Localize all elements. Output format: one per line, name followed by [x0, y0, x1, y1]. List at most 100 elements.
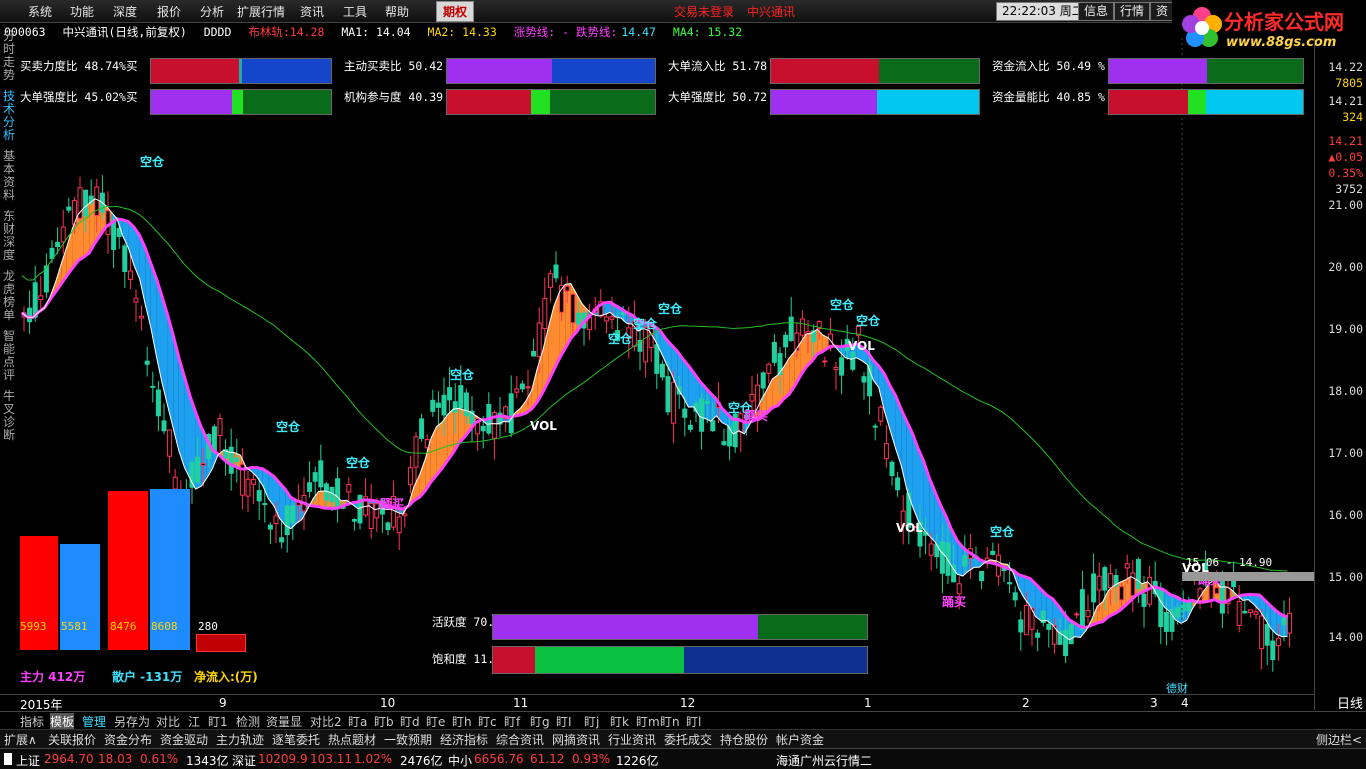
info-button[interactable]: 信息: [1078, 2, 1114, 21]
menu-analysis[interactable]: 分析: [200, 3, 224, 20]
tab-16[interactable]: 盯f: [504, 713, 520, 730]
tab-5[interactable]: 江: [188, 713, 200, 730]
tab-19[interactable]: 盯j: [584, 713, 599, 730]
func-tab-13[interactable]: 持仓股份: [720, 731, 768, 748]
axis-change: ▲0.05: [1328, 150, 1363, 164]
candle: [873, 426, 877, 427]
more-button[interactable]: 资: [1150, 2, 1174, 21]
tab-technical[interactable]: 技术分析: [2, 90, 16, 142]
tab-0[interactable]: 指标: [20, 713, 44, 730]
func-tab-9[interactable]: 综合资讯: [496, 731, 544, 748]
broker-server[interactable]: 海通广州云行情二: [776, 752, 872, 769]
tab-12[interactable]: 盯d: [400, 713, 420, 730]
tick-17: 17.00: [1328, 446, 1363, 460]
func-tab-14[interactable]: 帐户资金: [776, 731, 824, 748]
menu-function[interactable]: 功能: [70, 3, 94, 20]
tab-21[interactable]: 盯m: [636, 713, 660, 730]
candle: [123, 246, 127, 272]
candle: [481, 426, 485, 430]
tab-comments[interactable]: 智能点评: [2, 330, 16, 382]
tab-22[interactable]: 盯n: [660, 713, 680, 730]
tab-13[interactable]: 盯e: [426, 713, 445, 730]
indicator-info-line: 000063 中兴通讯(日线,前复权) DDDD 布林轨:14.28 MA1: …: [4, 24, 752, 38]
price-axis: 14.22 7805 14.21 324 14.21 ▲0.05 0.35% 3…: [1314, 38, 1366, 710]
menu-depth[interactable]: 深度: [113, 3, 137, 20]
kline-chart[interactable]: 空仓空仓空仓空仓空仓空仓空仓空仓空仓空仓空仓VOLVOLVOLVOL踊买踊买踊买…: [18, 38, 1314, 696]
candle: [1276, 638, 1280, 645]
flow-value-3: 8476: [110, 620, 137, 633]
ind-bar-2-seg-0: [447, 59, 552, 83]
func-tab-8[interactable]: 经济指标: [440, 731, 488, 748]
candle: [554, 265, 558, 278]
candle: [140, 316, 144, 318]
ind-label-8: 资金量能比 40.85 %: [992, 89, 1105, 105]
tab-4[interactable]: 对比: [156, 713, 180, 730]
candle: [280, 538, 284, 542]
func-tab-10[interactable]: 网摘资讯: [552, 731, 600, 748]
tab-1[interactable]: 模板: [50, 713, 74, 730]
candle: [604, 317, 608, 321]
tab-14[interactable]: 盯h: [452, 713, 472, 730]
menu-options-tab[interactable]: 期权: [436, 1, 474, 22]
ind-bar-5-seg-1: [232, 90, 243, 114]
quote-button[interactable]: 行情: [1114, 2, 1150, 21]
zx-label[interactable]: 中小: [448, 752, 472, 769]
tab-3[interactable]: 另存为: [114, 713, 150, 730]
candle: [268, 525, 272, 529]
tab-9[interactable]: 对比2: [310, 713, 342, 730]
menu-help[interactable]: 帮助: [385, 3, 409, 20]
func-tab-4[interactable]: 主力轨迹: [216, 731, 264, 748]
candle: [229, 447, 233, 473]
tab-2[interactable]: 管理: [82, 713, 106, 730]
candle: [414, 437, 418, 467]
sz-label[interactable]: 深证: [232, 752, 256, 769]
tab-fundamentals[interactable]: 基本资料: [2, 150, 16, 202]
tab-11[interactable]: 盯b: [374, 713, 394, 730]
menu-tools[interactable]: 工具: [343, 3, 367, 20]
x-label-1: 1: [864, 696, 872, 710]
sh-label[interactable]: 上证: [16, 752, 40, 769]
ind-bar-2: [446, 58, 656, 84]
saturation-bar: [492, 646, 868, 674]
func-tab-6[interactable]: 热点题材: [328, 731, 376, 748]
tab-23[interactable]: 盯l: [686, 713, 701, 730]
func-tab-7[interactable]: 一致预期: [384, 731, 432, 748]
sidebar-toggle[interactable]: 侧边栏<: [1316, 731, 1362, 748]
menu-extended[interactable]: 扩展行情: [237, 3, 285, 20]
sz-amount: 2476亿: [400, 752, 443, 769]
trade-login-notice[interactable]: 交易未登录: [674, 3, 734, 20]
func-tab-5[interactable]: 逐笔委托: [272, 731, 320, 748]
period-label[interactable]: 日线: [1337, 693, 1363, 712]
func-tab-2[interactable]: 资金分布: [104, 731, 152, 748]
menu-quote[interactable]: 报价: [157, 3, 181, 20]
candle: [1030, 608, 1034, 629]
candle: [761, 373, 765, 388]
tab-20[interactable]: 盯k: [610, 713, 629, 730]
menu-news[interactable]: 资讯: [300, 3, 324, 20]
candle: [660, 364, 664, 377]
candle: [991, 551, 995, 554]
tab-18[interactable]: 盯I: [556, 713, 572, 730]
func-tab-3[interactable]: 资金驱动: [160, 731, 208, 748]
candle: [1064, 630, 1068, 655]
func-tab-1[interactable]: 关联报价: [48, 731, 96, 748]
tab-15[interactable]: 盯c: [478, 713, 497, 730]
candle: [929, 544, 933, 555]
tab-dragon-tiger[interactable]: 龙虎榜单: [2, 270, 16, 322]
ind-bar-8-seg-1: [1188, 90, 1205, 114]
tab-depth[interactable]: 东财深度: [2, 210, 16, 262]
tab-6[interactable]: 盯1: [208, 713, 228, 730]
candle: [436, 403, 440, 407]
func-tab-12[interactable]: 委托成交: [664, 731, 712, 748]
tab-diagnosis[interactable]: 牛叉诊断: [2, 390, 16, 442]
func-tab-0[interactable]: 扩展∧: [4, 731, 37, 748]
func-tab-11[interactable]: 行业资讯: [608, 731, 656, 748]
tab-10[interactable]: 盯a: [348, 713, 367, 730]
ma-slow-line: [22, 219, 1288, 628]
tab-intraday[interactable]: 分时走势: [2, 30, 16, 82]
tab-8[interactable]: 资量显: [266, 713, 302, 730]
tab-17[interactable]: 盯g: [530, 713, 550, 730]
tab-7[interactable]: 检测: [236, 713, 260, 730]
menu-system[interactable]: 系统: [28, 3, 52, 20]
x-axis: 2015年 9 10 11 12 1 2 3 4: [0, 694, 1314, 711]
